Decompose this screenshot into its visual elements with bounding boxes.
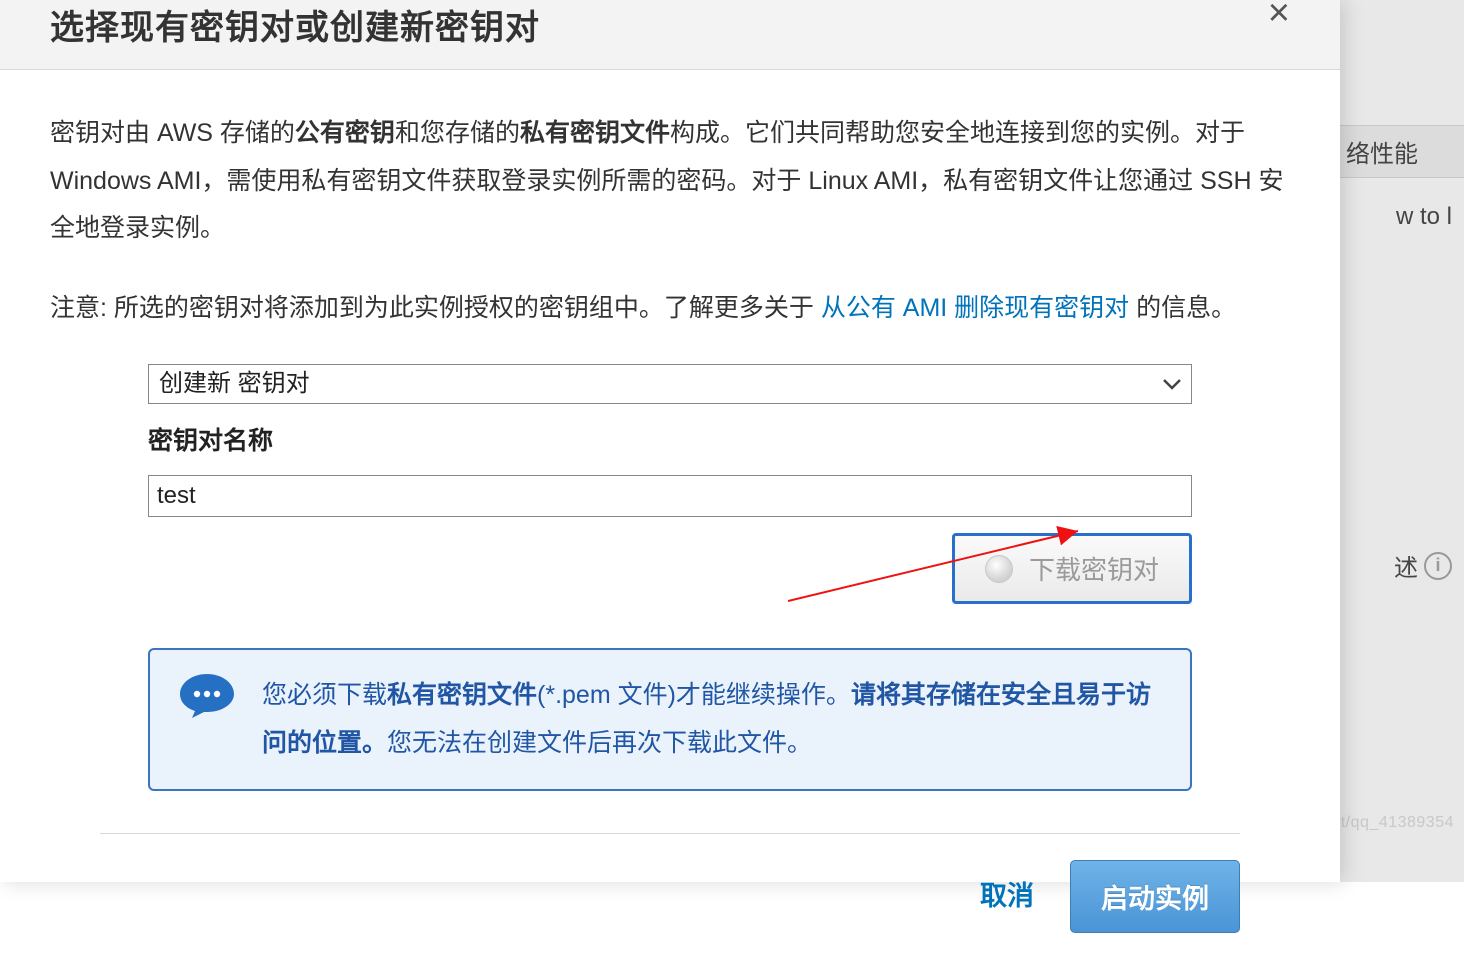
download-row: 下载密钥对 (148, 533, 1192, 604)
info-t1: 您必须下载 (262, 681, 387, 709)
desc-text: 密钥对由 AWS 存储的 (50, 119, 295, 147)
close-icon[interactable]: × (1268, 0, 1290, 32)
bg-row-text: w to l (1384, 195, 1464, 239)
download-label: 下载密钥对 (1029, 550, 1159, 587)
info-text: 您必须下载私有密钥文件(*.pem 文件)才能继续操作。请将其存储在安全且易于访… (262, 672, 1162, 767)
info-icon: i (1424, 552, 1452, 580)
dialog-title: 选择现有密钥对或创建新密钥对 (50, 0, 540, 49)
keypair-option-select[interactable]: 创建新 密钥对 (148, 364, 1192, 404)
dialog-footer: 取消 启动实例 (100, 833, 1240, 959)
desc-text: 和您存储的 (395, 119, 520, 147)
dialog-body: 密钥对由 AWS 存储的公有密钥和您存储的私有密钥文件构成。它们共同帮助您安全地… (0, 70, 1340, 969)
chat-bubble-icon (178, 672, 236, 720)
description-paragraph: 密钥对由 AWS 存储的公有密钥和您存储的私有密钥文件构成。它们共同帮助您安全地… (50, 110, 1290, 253)
bg-indicator-label: 述 (1394, 548, 1418, 583)
note-suffix: 的信息。 (1129, 294, 1236, 322)
dialog-header: 选择现有密钥对或创建新密钥对 × (0, 0, 1340, 70)
form-area: 创建新 密钥对 密钥对名称 下载密钥对 (50, 364, 1290, 604)
info-b1: 私有密钥文件 (387, 681, 537, 709)
keypair-dialog: 选择现有密钥对或创建新密钥对 × 密钥对由 AWS 存储的公有密钥和您存储的私有… (0, 0, 1340, 882)
keypair-name-label: 密钥对名称 (148, 418, 1192, 466)
chevron-down-icon (1163, 367, 1181, 401)
desc-bold-public: 公有密钥 (295, 119, 395, 147)
info-t2: (*.pem 文件)才能继续操作。 (537, 681, 851, 709)
note-paragraph: 注意: 所选的密钥对将添加到为此实例授权的密钥组中。了解更多关于 从公有 AMI… (50, 285, 1290, 333)
cancel-button[interactable]: 取消 (980, 871, 1034, 922)
select-value: 创建新 密钥对 (159, 361, 310, 407)
info-t3: 您无法在创建文件后再次下载此文件。 (387, 729, 812, 757)
background-panel: 络性能 w to l 述 i (1334, 0, 1464, 882)
remove-keypair-link[interactable]: 从公有 AMI 删除现有密钥对 (821, 294, 1129, 322)
keypair-name-input[interactable] (148, 475, 1192, 517)
desc-bold-private: 私有密钥文件 (520, 119, 670, 147)
info-alert: 您必须下载私有密钥文件(*.pem 文件)才能继续操作。请将其存储在安全且易于访… (148, 648, 1192, 791)
note-prefix: 注意: 所选的密钥对将添加到为此实例授权的密钥组中。了解更多关于 (50, 294, 821, 322)
bg-indicator-row: 述 i (1382, 540, 1464, 591)
download-keypair-button[interactable]: 下载密钥对 (952, 533, 1192, 604)
bg-col-header: 络性能 (1334, 125, 1464, 178)
launch-instance-button[interactable]: 启动实例 (1070, 860, 1240, 933)
download-icon (985, 555, 1013, 583)
